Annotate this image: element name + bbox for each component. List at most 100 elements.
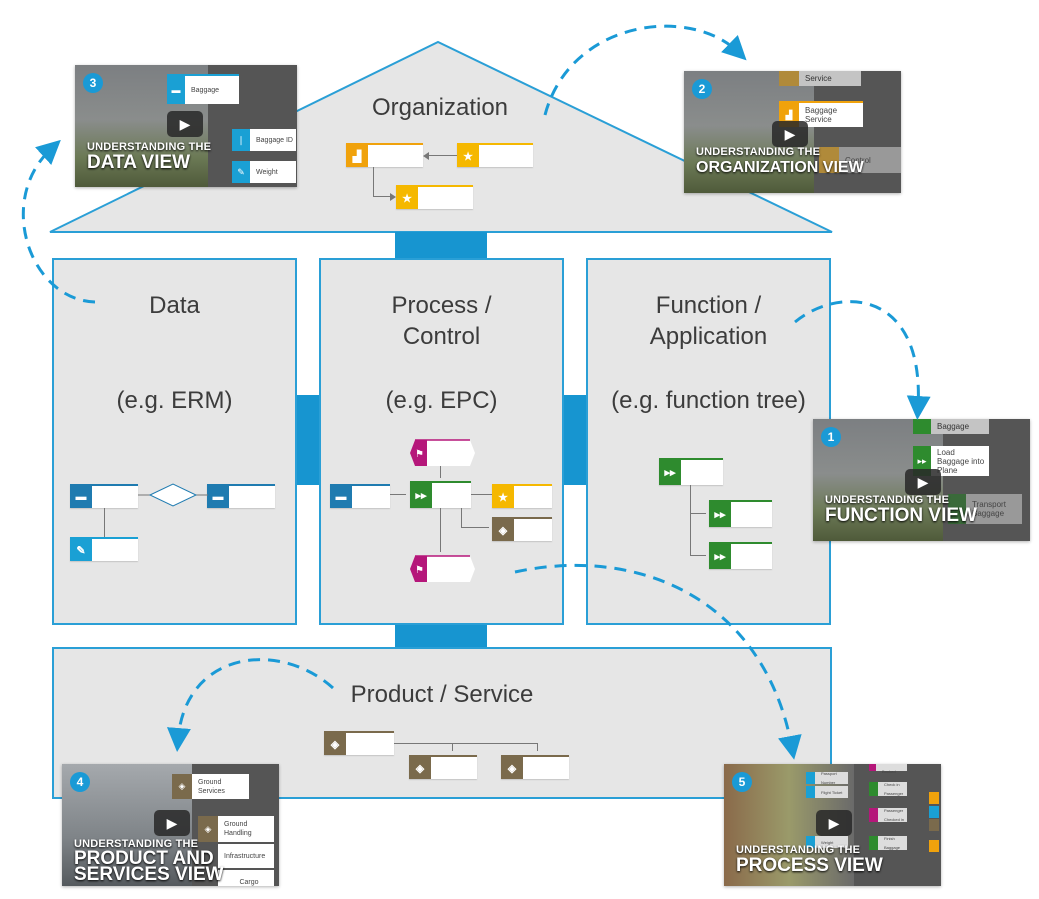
process-title-2: Control [402,323,481,350]
connector-line [373,196,391,197]
video-number-badge: 4 [70,772,90,792]
video-thumbnail-product-view[interactable]: ◈ Ground Services ◈ Ground Handling Infras… [62,764,279,886]
diagram-box: Baggage [913,419,989,434]
diagram-box: Passport Number [806,771,848,785]
video-thumbnail-process-view[interactable]: Check-in Booked Passport Number Flight T… [724,764,941,886]
relationship-diamond [138,483,208,507]
diagram-box: ✎ Weight [232,161,296,183]
package-icon: ◈ [409,757,431,779]
fast-forward-icon: ▸▸ [709,502,731,527]
function-example: (e.g. function tree) [611,387,806,414]
product-title: Product / Service [350,681,534,708]
connector-line [690,513,706,514]
roof-connector [395,232,487,258]
diagram-box: ▬ Baggage [167,74,239,104]
role-icon: ★ [396,187,418,209]
connector-line [104,508,105,537]
video-title-line2: DATA VIEW [87,152,191,173]
connector-line [440,466,441,478]
package-icon: ◈ [492,519,514,541]
data-title: Data [149,292,200,319]
video-thumbnail-data-view[interactable]: ▬ Baggage ❘ Baggage ID ✎ Weight 3 ▶ UNDERST… [75,65,297,187]
video-title-line3: SERVICES VIEW [74,864,224,885]
product-box: ◈ [324,731,394,755]
arrow-head [423,152,429,160]
diagram-box: Check in Passenger [869,782,907,796]
entity-box: ▬ [70,484,138,508]
connector-line [690,485,691,556]
connector-line [440,508,441,552]
video-title-line2: PROCESS VIEW [736,855,883,876]
play-button[interactable]: ▶ [772,121,808,147]
svg-text:⚑: ⚑ [415,565,424,576]
video-title-line2: FUNCTION VIEW [825,505,977,526]
arrow-head [390,193,396,201]
play-button[interactable]: ▶ [154,810,190,836]
diagram-box: Flight Ticket [806,786,848,798]
video-number-badge: 1 [821,427,841,447]
org-unit-icon: ▟ [346,145,368,167]
function-box: ▸▸ [659,458,723,485]
product-box: ◈ [501,755,569,779]
event-shape: ⚑ [410,439,475,466]
diagram-box: ◈ Ground Services [172,774,249,799]
process-title-1: Process / [391,292,492,319]
product-box: ◈ [409,755,477,779]
diagram-box: Infrastructure [218,844,274,868]
org-unit-box: ▟ [346,143,423,167]
connector-line [373,167,374,197]
connector-data-process [297,395,319,485]
data-example: (e.g. ERM) [116,387,233,414]
package-icon: ◈ [501,757,523,779]
entity-box: ▬ [207,484,275,508]
diagram-box: Cargo [218,870,274,886]
edit-icon: ✎ [70,539,92,561]
connector-line [427,155,457,156]
connector-process-function [564,395,586,485]
connector-line [461,508,462,528]
process-example: (e.g. EPC) [385,387,498,414]
diagram-box: Finish Baggage [869,836,907,850]
bottom-connector [395,625,487,648]
function-box: ▸▸ [709,542,772,569]
fast-forward-icon: ▸▸ [709,544,731,569]
play-button[interactable]: ▶ [167,111,203,137]
package-icon: ◈ [324,733,346,755]
event-shape: ⚑ [410,555,475,582]
diagram-box: ◈ Ground Handling [198,816,274,842]
connector-line [537,743,538,751]
diagram-box: Service [779,71,861,86]
connector-line [394,743,538,744]
product-box: ◈ [492,517,552,541]
role-box: ★ [492,484,552,508]
entity-icon: ▬ [330,486,352,508]
role-icon: ★ [492,486,514,508]
data-icon [929,806,939,818]
attribute-box: ✎ [70,537,138,561]
fast-forward-icon: ▸▸ [659,460,681,485]
video-title-line2: ORGANIZATION VIEW [696,159,864,176]
play-button[interactable]: ▶ [816,810,852,836]
play-button[interactable]: ▶ [905,469,941,495]
video-title-line1: UNDERSTANDING THE [696,146,821,158]
data-box: ▬ [330,484,390,508]
org-icon [929,840,939,852]
video-number-badge: 2 [692,79,712,99]
connector-line [471,494,492,495]
svg-text:⚑: ⚑ [415,449,424,460]
role-box: ★ [457,143,533,167]
connector-line [690,555,706,556]
video-number-badge: 5 [732,772,752,792]
video-thumbnail-organization-view[interactable]: Service ▟ Baggage Service Control 2 ▶ UND… [684,71,901,193]
function-title-1: Function / [655,292,762,319]
function-box: ▸▸ [410,481,471,508]
video-thumbnail-function-view[interactable]: Baggage ▸▸ Load Baggage into Plane Transp… [813,419,1030,541]
diagram-box: Passenger Checked in [869,808,907,822]
connector-line [461,527,489,528]
entity-icon: ▬ [207,486,229,508]
role-icon: ★ [457,145,479,167]
diagram-box: ❘ Baggage ID [232,129,296,151]
connector-line [452,743,453,751]
diagram-box: Check-in Booked [869,764,907,774]
role-box: ★ [396,185,473,209]
